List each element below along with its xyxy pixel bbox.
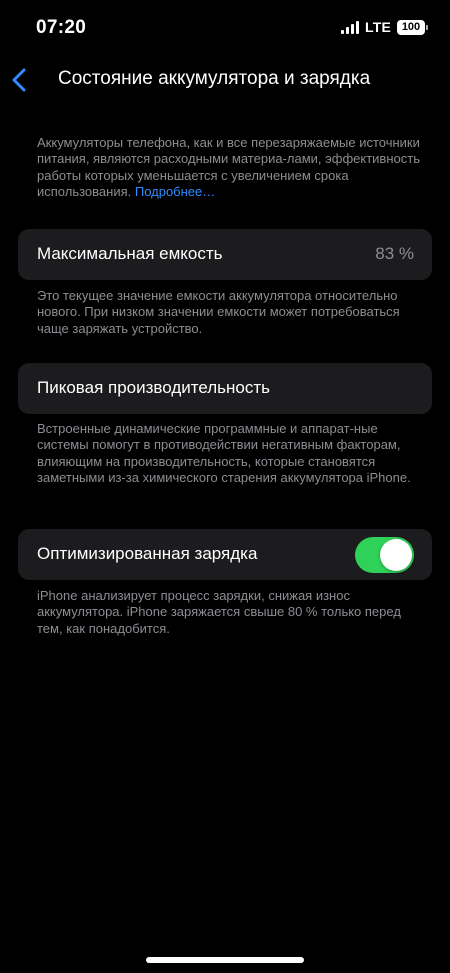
- status-bar: 07:20 LTE 100: [0, 0, 450, 56]
- battery-icon: 100: [397, 19, 428, 35]
- status-time: 07:20: [36, 17, 87, 38]
- chevron-left-icon: [12, 68, 26, 92]
- max-capacity-value: 83 %: [375, 244, 414, 263]
- peak-performance-cell: Пиковая производительность: [18, 363, 432, 414]
- cellular-signal-icon: [340, 20, 359, 34]
- optimized-charging-cell: Оптимизированная зарядка: [18, 529, 432, 580]
- page-title: Состояние аккумулятора и зарядка: [58, 68, 371, 89]
- learn-more-link[interactable]: Подробнее…: [135, 184, 215, 199]
- network-type: LTE: [364, 19, 391, 35]
- optimized-charging-footnote: iPhone анализирует процесс зарядки, сниж…: [37, 588, 401, 636]
- peak-performance-label: Пиковая производительность: [37, 378, 271, 397]
- optimized-charging-toggle[interactable]: [355, 537, 414, 573]
- home-indicator[interactable]: [146, 957, 304, 963]
- back-button[interactable]: [6, 64, 36, 96]
- intro-description: Аккумуляторы телефона, как и все перезар…: [37, 135, 420, 199]
- peak-performance-footnote: Встроенные динамические программные и ап…: [37, 421, 411, 485]
- optimized-charging-label: Оптимизированная зарядка: [37, 544, 258, 563]
- navigation-bar: Состояние аккумулятора и зарядка: [0, 60, 450, 100]
- max-capacity-label: Максимальная емкость: [37, 244, 223, 263]
- status-indicators: LTE 100: [340, 19, 428, 35]
- toggle-knob: [380, 539, 412, 571]
- intro-text: Аккумуляторы телефона, как и все перезар…: [37, 135, 430, 200]
- max-capacity-footnote: Это текущее значение емкости аккумулятор…: [37, 288, 400, 336]
- max-capacity-cell: Максимальная емкость 83 %: [18, 229, 432, 280]
- battery-level: 100: [397, 19, 425, 35]
